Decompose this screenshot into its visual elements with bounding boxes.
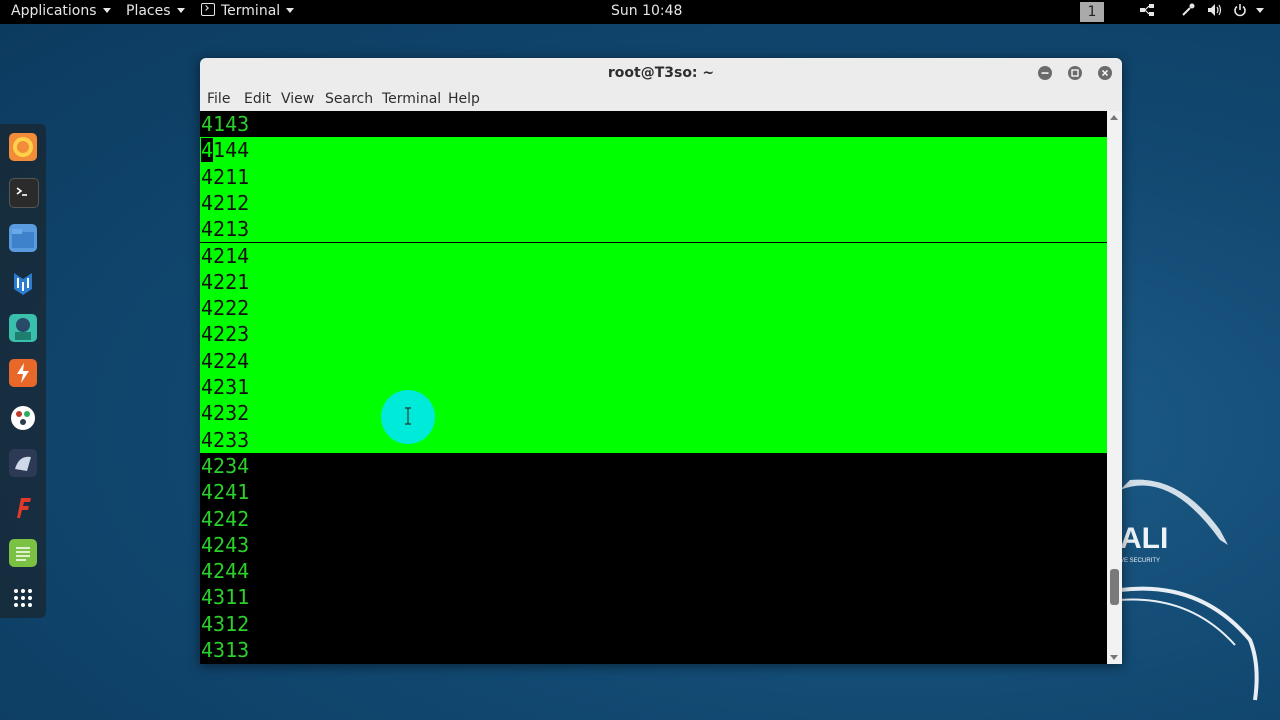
terminal-line: 4232 [200,400,1107,427]
terminal-line: 4144 [200,137,1107,164]
clock[interactable]: Sun 10:48 [611,3,682,19]
workspace-indicator[interactable]: 1 [1080,2,1104,22]
leafpad-icon[interactable] [9,539,37,567]
files-icon[interactable] [9,224,37,252]
chevron-down-icon [1256,8,1264,13]
terminal-line: 4223 [200,321,1107,348]
window-titlebar[interactable]: root@T3so: ~ [200,58,1122,88]
top-panel: Applications Places Terminal Sun 10:48 1 [0,0,1280,24]
menu-search[interactable]: Search [325,91,373,107]
chevron-down-icon [102,8,111,13]
show-apps-icon[interactable] [9,584,37,612]
terminal-line: 4244 [201,559,250,584]
terminal-icon [201,3,215,16]
terminal-line: 4243 [201,532,250,557]
maltego-icon[interactable] [9,404,37,432]
system-menu-chevron[interactable] [1256,3,1264,19]
terminal-line: 4214 [200,242,1107,269]
menu-bar: File Edit View Search Terminal Help [200,88,1122,112]
terminal-line: 4224 [200,347,1107,374]
terminal-line: 4221 [200,268,1107,296]
places-label: Places [126,3,171,19]
applications-label: Applications [11,3,97,19]
terminal-line: 4212 [200,189,1107,217]
terminal-line: 4241 [201,480,250,505]
firefox-icon[interactable] [9,133,37,161]
menu-terminal[interactable]: Terminal [382,91,441,107]
menu-view[interactable]: View [281,91,314,107]
places-menu[interactable]: Places [126,3,185,19]
terminal-line: 4143 [201,112,250,136]
vertical-scrollbar[interactable] [1107,111,1122,664]
window-title: root@T3so: ~ [607,65,715,81]
menu-file[interactable]: File [207,91,230,107]
power-icon[interactable] [1233,3,1247,21]
terminal-output[interactable]: 4143 4144 4211 4212 4213 4214 4221 4222 4223 4224… [200,111,1107,664]
eyedropper-icon[interactable] [1181,3,1195,21]
terminal-app-menu[interactable]: Terminal [201,3,295,19]
close-icon [1101,69,1109,77]
terminal-line: 4313 [201,638,250,662]
kali-logo-subtext: VE SECURITY [1120,558,1161,564]
minimize-icon [1041,72,1049,74]
terminal-line: 4233 [200,426,1107,453]
terminal-window: root@T3so: ~ File Edit View Search Termi… [200,58,1122,664]
terminal-cursor: 4 [201,138,214,163]
scroll-down-icon[interactable] [1110,655,1118,660]
close-button[interactable] [1098,66,1112,80]
terminal-line: 4312 [201,611,250,636]
armitage-icon[interactable] [9,314,37,342]
terminal-line: 4222 [200,295,1107,322]
terminal-line: 4242 [201,506,250,531]
scrollbar-thumb[interactable] [1110,569,1119,605]
chevron-down-icon [286,8,295,13]
terminal-line: 4234 [201,453,250,478]
chevron-down-icon [176,8,185,13]
terminal-line: 4311 [201,585,250,610]
terminal-line-rest: 144 [213,138,250,163]
menu-help[interactable]: Help [448,91,480,107]
maximize-icon [1071,69,1079,77]
terminal-line: 4213 [200,216,1107,243]
kali-logo-text: ALI [1120,522,1169,555]
minimize-button[interactable] [1038,66,1052,80]
metasploit-icon[interactable] [9,269,37,297]
terminal-line: 4211 [200,163,1107,190]
burpsuite-icon[interactable] [9,359,37,387]
menu-edit[interactable]: Edit [244,91,271,107]
applications-menu[interactable]: Applications [11,3,111,19]
kali-logo: ALI VE SECURITY [1110,470,1280,710]
volume-icon[interactable] [1207,3,1223,21]
terminal-line: 4231 [200,374,1107,401]
scroll-up-icon[interactable] [1110,115,1118,120]
network-icon[interactable] [1139,3,1155,21]
beef-icon[interactable] [9,449,37,477]
faraday-icon[interactable] [9,494,37,522]
terminal-icon[interactable] [9,178,39,208]
text-cursor-icon [404,407,412,425]
dock [0,124,46,618]
terminal-app-label: Terminal [221,3,281,19]
maximize-button[interactable] [1068,66,1082,80]
